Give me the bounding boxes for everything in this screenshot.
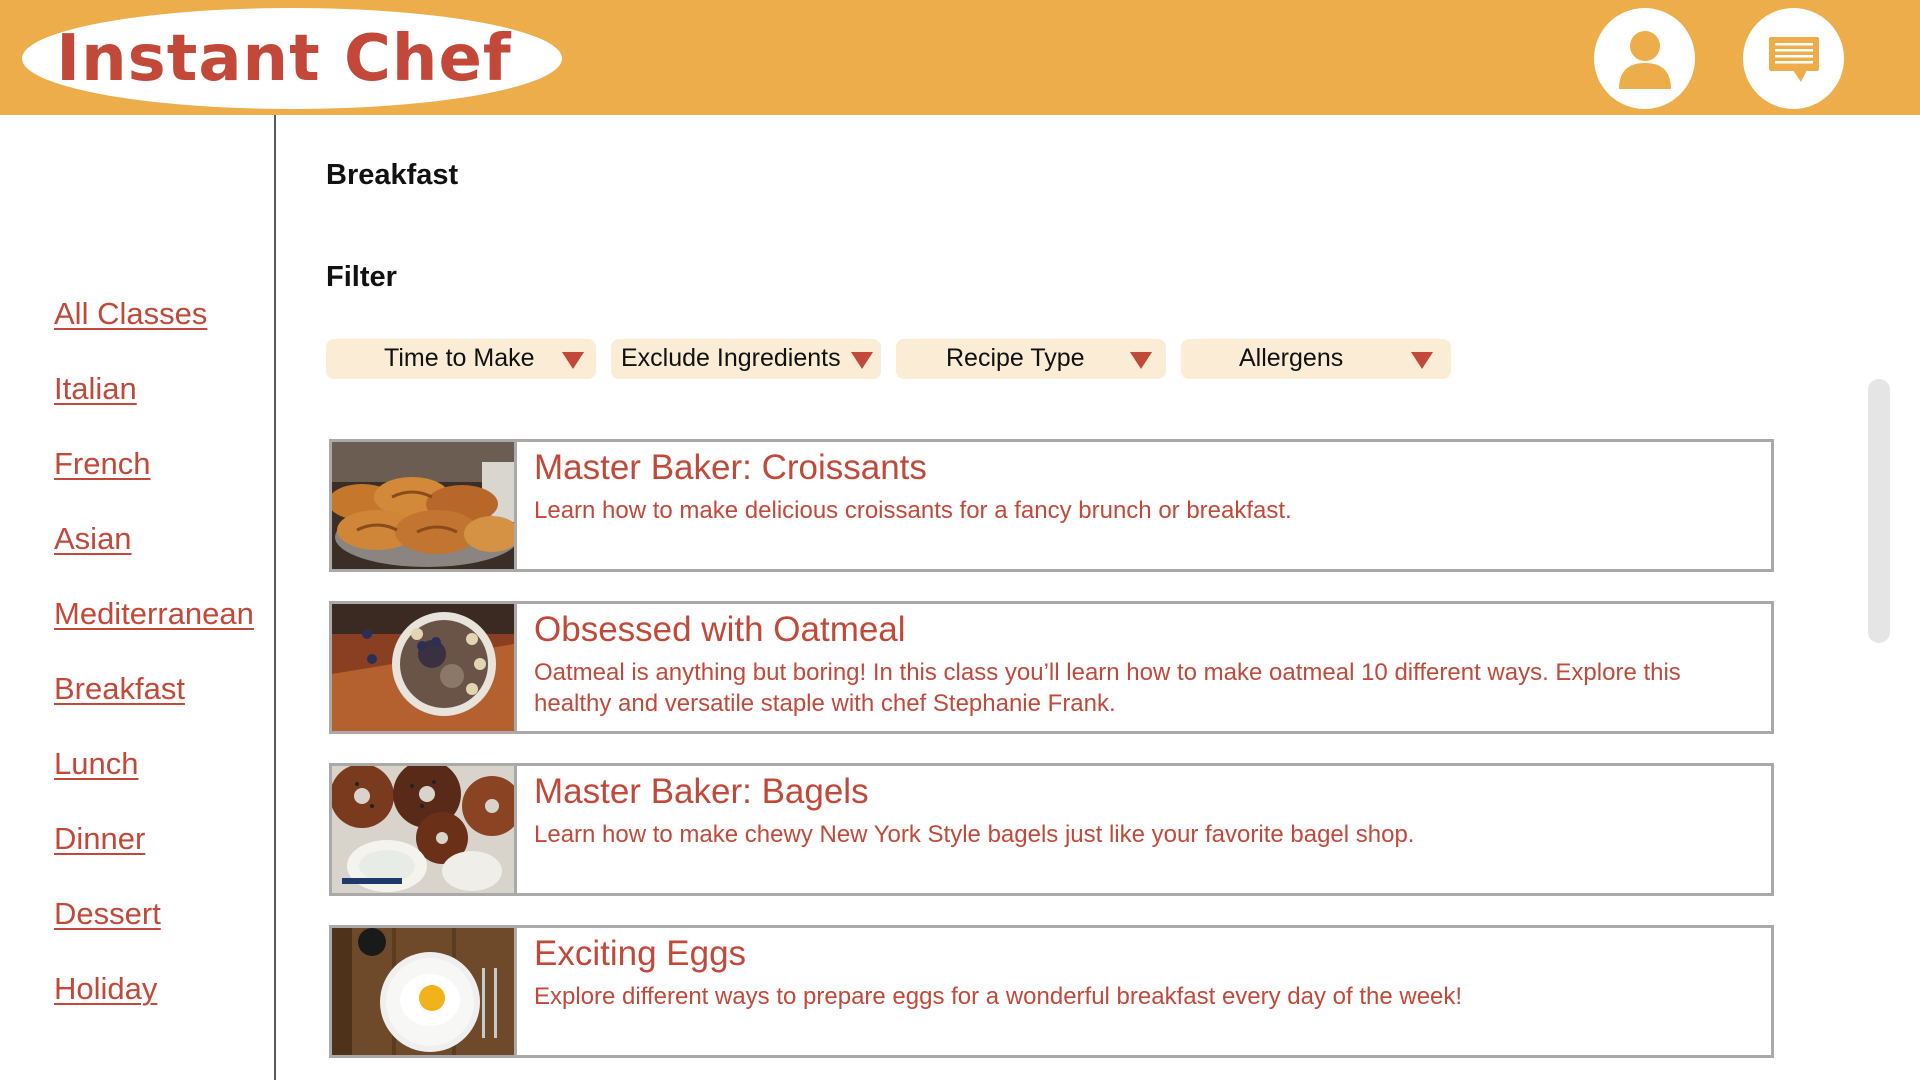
sidebar-item-lunch[interactable]: Lunch — [54, 746, 138, 782]
chevron-down-icon — [1130, 352, 1152, 369]
class-title: Master Baker: Bagels — [534, 772, 869, 811]
bagels-photo — [332, 766, 517, 893]
filter-label: Recipe Type — [946, 344, 1085, 372]
sidebar-item-dessert[interactable]: Dessert — [54, 896, 161, 932]
class-description: Learn how to make delicious croissants f… — [534, 497, 1292, 524]
oatmeal-bowl-photo — [332, 604, 517, 731]
logo[interactable]: Instant Chef — [22, 8, 562, 109]
croissants-photo — [332, 442, 517, 569]
logo-text: Instant Chef — [56, 21, 512, 96]
filter-heading: Filter — [326, 261, 397, 293]
user-icon — [1618, 30, 1671, 89]
chevron-down-icon — [851, 352, 873, 369]
class-title: Master Baker: Croissants — [534, 448, 927, 487]
sidebar-item-italian[interactable]: Italian — [54, 371, 137, 407]
filter-exclude-ingredients[interactable]: Exclude Ingredients — [611, 339, 881, 379]
class-card-eggs[interactable]: Exciting Eggs Explore different ways to … — [329, 925, 1774, 1058]
class-card-oatmeal[interactable]: Obsessed with Oatmeal Oatmeal is anythin… — [329, 601, 1774, 734]
class-description: Explore different ways to prepare eggs f… — [534, 983, 1463, 1010]
top-header: Instant Chef — [0, 0, 1920, 115]
sidebar-item-asian[interactable]: Asian — [54, 521, 132, 557]
class-title: Obsessed with Oatmeal — [534, 610, 906, 649]
sidebar-item-dinner[interactable]: Dinner — [54, 821, 145, 857]
sidebar-item-mediterranean[interactable]: Mediterranean — [54, 596, 254, 632]
class-card-bagels[interactable]: Master Baker: Bagels Learn how to make c… — [329, 763, 1774, 896]
profile-button[interactable] — [1594, 8, 1695, 109]
sidebar-item-french[interactable]: French — [54, 446, 150, 482]
filter-time-to-make[interactable]: Time to Make — [326, 339, 596, 379]
filter-label: Time to Make — [384, 344, 535, 372]
class-description: Oatmeal is anything but boring! In this … — [534, 659, 1681, 717]
message-icon — [1768, 36, 1819, 82]
class-card-croissants[interactable]: Master Baker: Croissants Learn how to ma… — [329, 439, 1774, 572]
fried-egg-photo — [332, 928, 517, 1055]
messages-button[interactable] — [1743, 8, 1844, 109]
class-title: Exciting Eggs — [534, 934, 747, 973]
sidebar-item-breakfast[interactable]: Breakfast — [54, 671, 185, 707]
filter-label: Allergens — [1239, 344, 1344, 372]
filter-label: Exclude Ingredients — [621, 344, 841, 372]
chevron-down-icon — [562, 352, 584, 369]
scrollbar[interactable] — [1868, 379, 1890, 643]
chevron-down-icon — [1411, 352, 1433, 369]
filter-recipe-type[interactable]: Recipe Type — [896, 339, 1166, 379]
page-title: Breakfast — [326, 159, 459, 191]
class-description: Learn how to make chewy New York Style b… — [534, 821, 1415, 848]
category-sidebar: All Classes Italian French Asian Mediter… — [0, 115, 276, 1080]
sidebar-item-all-classes[interactable]: All Classes — [54, 296, 207, 332]
sidebar-item-holiday[interactable]: Holiday — [54, 971, 157, 1007]
filter-allergens[interactable]: Allergens — [1181, 339, 1451, 379]
